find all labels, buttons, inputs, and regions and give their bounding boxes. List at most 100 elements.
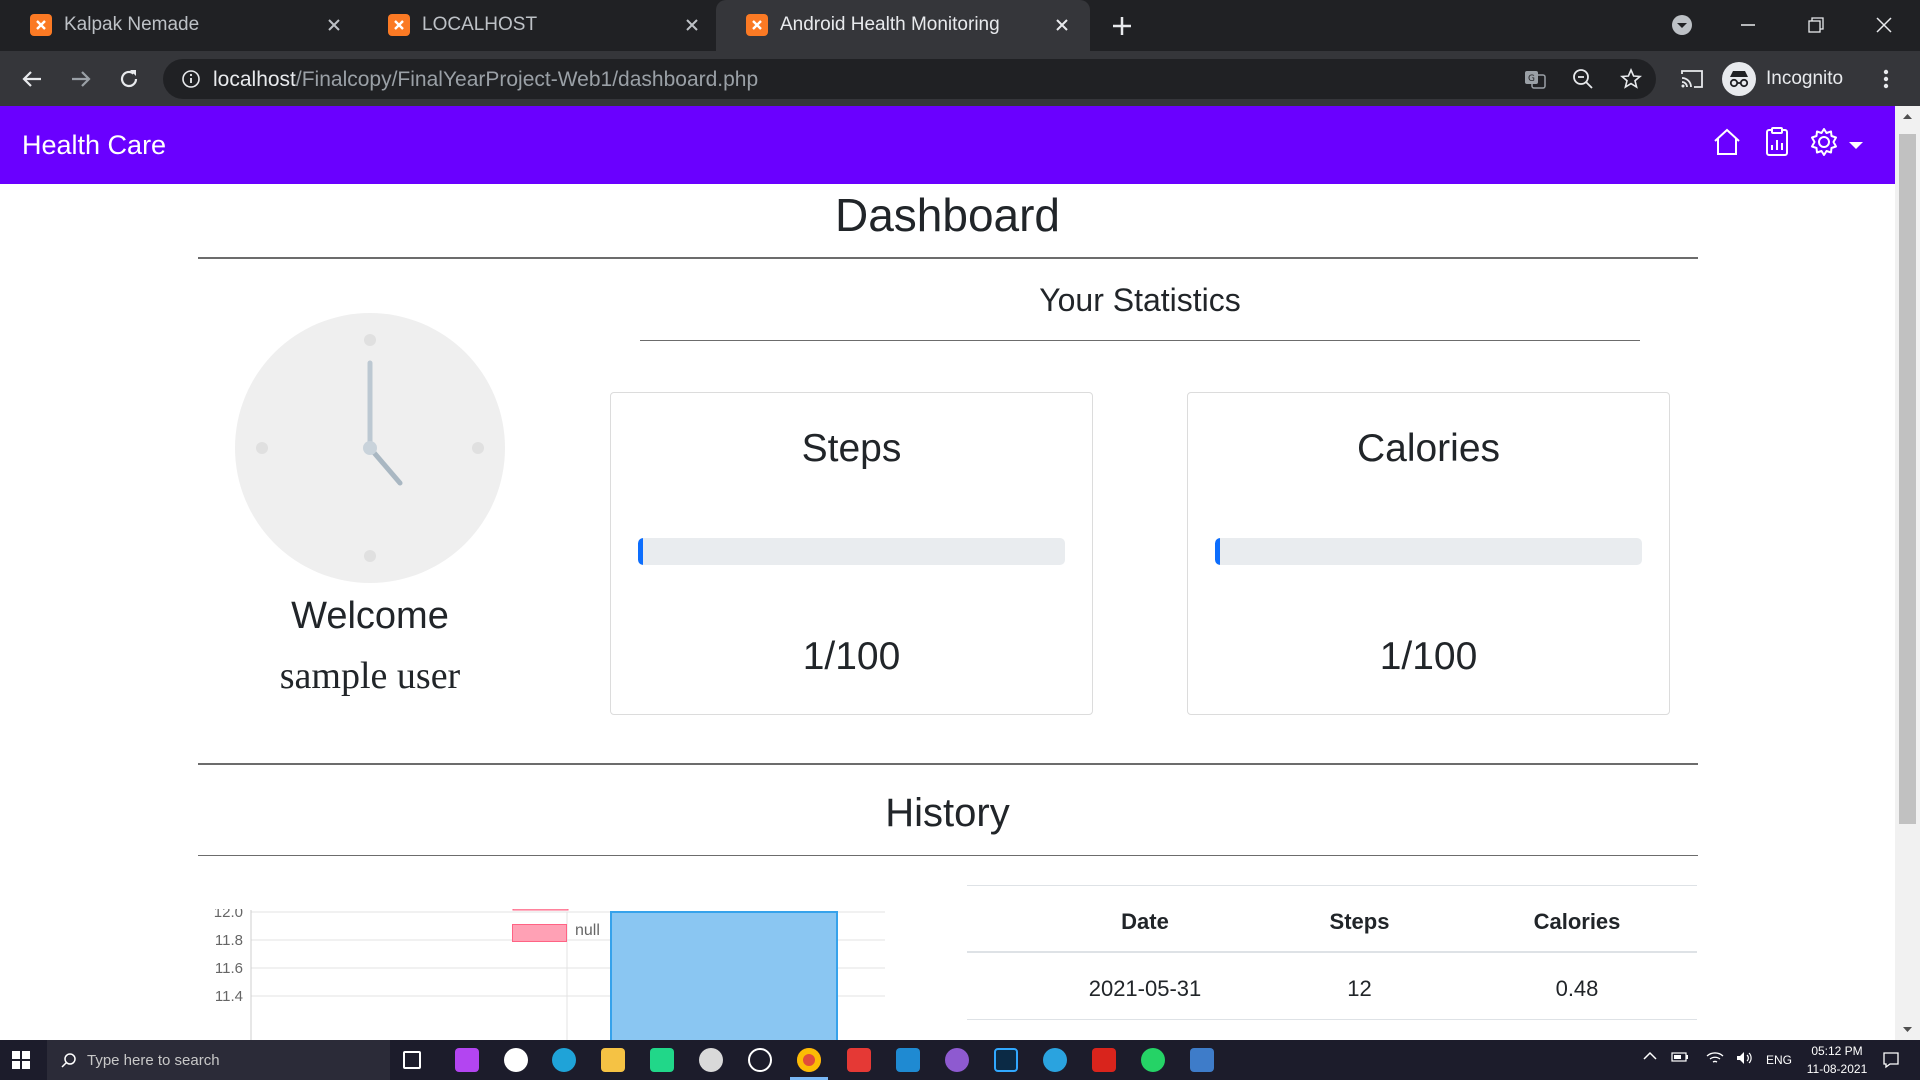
- calories-card: Calories 1/100: [1187, 392, 1670, 715]
- table-border: [967, 951, 1697, 953]
- scroll-up-icon[interactable]: [1895, 106, 1920, 126]
- xampp-favicon-icon: [388, 14, 410, 36]
- forward-button[interactable]: [65, 63, 97, 95]
- report-icon[interactable]: [1761, 126, 1793, 158]
- table-cell-date: 2021-05-31: [1088, 976, 1202, 1001]
- url-path: /Finalcopy/FinalYearProject-Web1/dashboa…: [295, 68, 759, 91]
- navbar-brand[interactable]: Health Care: [22, 130, 166, 161]
- divider: [198, 763, 1698, 765]
- acrobat-icon[interactable]: [1092, 1048, 1116, 1072]
- browser-tabstrip: Kalpak Nemade LOCALHOST Android Health M…: [0, 0, 1920, 51]
- chevron-down-icon[interactable]: [1849, 142, 1863, 149]
- anydesk-icon[interactable]: [847, 1048, 871, 1072]
- search-icon: [61, 1053, 76, 1068]
- xampp-favicon-icon: [746, 14, 768, 36]
- tab-search-icon[interactable]: [1662, 10, 1702, 40]
- search-placeholder: Type here to search: [87, 1051, 220, 1069]
- more-menu-icon[interactable]: [1870, 63, 1902, 95]
- tab-kalpak-nemade[interactable]: Kalpak Nemade: [0, 0, 362, 51]
- fl-studio-icon[interactable]: [748, 1048, 772, 1072]
- progress-fill: [638, 538, 643, 565]
- home-icon[interactable]: [1711, 126, 1743, 158]
- vscode-icon[interactable]: [896, 1048, 920, 1072]
- tab-title: Kalpak Nemade: [64, 14, 200, 35]
- progress-fill: [1215, 538, 1220, 565]
- legend-swatch: [512, 909, 569, 911]
- file-explorer-icon[interactable]: [601, 1048, 625, 1072]
- signal-app-icon[interactable]: [504, 1048, 528, 1072]
- language-indicator[interactable]: ENG: [1766, 1053, 1792, 1067]
- back-button[interactable]: [16, 63, 48, 95]
- volume-icon[interactable]: [1736, 1051, 1754, 1065]
- card-title: Steps: [801, 427, 902, 470]
- pycharm-icon[interactable]: [650, 1048, 674, 1072]
- steps-count: 1/100: [802, 635, 901, 678]
- site-info-icon[interactable]: [177, 65, 205, 93]
- y-tick-label: 11.6: [215, 960, 243, 977]
- translate-icon[interactable]: G: [1521, 65, 1549, 93]
- clock-avatar: [235, 313, 505, 583]
- statistics-heading: Your Statistics: [1039, 282, 1241, 318]
- steps-card: Steps 1/100: [610, 392, 1093, 715]
- tab-android-health-monitoring[interactable]: Android Health Monitoring: [716, 0, 1090, 51]
- minimize-icon[interactable]: [1728, 10, 1768, 40]
- legend-swatch: [512, 924, 567, 942]
- y-tick-label: 11.4: [215, 988, 243, 1005]
- legend-label: null: [575, 922, 600, 939]
- divider: [198, 855, 1698, 856]
- battery-icon[interactable]: [1671, 1051, 1689, 1063]
- close-window-icon[interactable]: [1864, 10, 1904, 40]
- app-icon[interactable]: [699, 1048, 723, 1072]
- user-name: sample user: [279, 655, 461, 697]
- cast-icon[interactable]: [1676, 63, 1708, 95]
- phpstorm-icon[interactable]: [455, 1048, 479, 1072]
- table-border: [967, 885, 1697, 886]
- calories-count: 1/100: [1379, 635, 1478, 678]
- table-border: [967, 1019, 1697, 1020]
- chrome-icon[interactable]: [797, 1048, 821, 1072]
- whatsapp-icon[interactable]: [1141, 1048, 1165, 1072]
- close-icon[interactable]: [680, 13, 704, 37]
- task-view-icon[interactable]: [403, 1051, 421, 1069]
- wifi-icon[interactable]: [1706, 1051, 1724, 1065]
- browser-toolbar: localhost/Finalcopy/FinalYearProject-Web…: [0, 51, 1920, 106]
- windows-taskbar: Type here to search ENG 05:12 PM 11-08-2…: [0, 1040, 1920, 1080]
- telegram-icon[interactable]: [1043, 1048, 1067, 1072]
- scroll-down-icon[interactable]: [1895, 1020, 1920, 1040]
- windows-start-icon[interactable]: [12, 1051, 30, 1069]
- github-desktop-icon[interactable]: [945, 1048, 969, 1072]
- table-cell-calories: 0.48: [1555, 976, 1599, 1001]
- tray-overflow-icon[interactable]: [1643, 1051, 1657, 1061]
- xampp-favicon-icon: [30, 14, 52, 36]
- y-tick-label: 12.0: [214, 909, 243, 921]
- app-navbar: Health Care: [0, 106, 1895, 184]
- scrollbar-thumb[interactable]: [1899, 134, 1916, 824]
- clock-date[interactable]: 11-08-2021: [1802, 1062, 1872, 1076]
- url-text: localhost/Finalcopy/FinalYearProject-Web…: [213, 68, 758, 92]
- column-header-calories: Calories: [1533, 909, 1621, 934]
- close-icon[interactable]: [322, 13, 346, 37]
- y-tick-label: 11.8: [215, 932, 243, 949]
- edge-icon[interactable]: [552, 1048, 576, 1072]
- page-title: Dashboard: [834, 189, 1061, 241]
- bookmark-star-icon[interactable]: [1617, 65, 1645, 93]
- incognito-indicator[interactable]: Incognito: [1722, 60, 1843, 98]
- new-tab-button[interactable]: [1108, 12, 1136, 40]
- tab-title: Android Health Monitoring: [780, 14, 1000, 35]
- tab-localhost[interactable]: LOCALHOST: [358, 0, 720, 51]
- zoom-icon[interactable]: [1569, 65, 1597, 93]
- taskbar-search-box[interactable]: Type here to search: [47, 1040, 390, 1080]
- table-cell-steps: 12: [1347, 976, 1372, 1001]
- url-host: localhost: [213, 68, 296, 91]
- column-header-date: Date: [1121, 909, 1169, 934]
- clock-time[interactable]: 05:12 PM: [1807, 1044, 1867, 1058]
- svg-text:G: G: [1528, 74, 1535, 84]
- gear-icon[interactable]: [1808, 126, 1840, 158]
- app-icon[interactable]: [1190, 1048, 1214, 1072]
- photoshop-icon[interactable]: [994, 1048, 1018, 1072]
- restore-icon[interactable]: [1796, 10, 1836, 40]
- notifications-icon[interactable]: [1882, 1051, 1900, 1069]
- close-icon[interactable]: [1050, 13, 1074, 37]
- reload-button[interactable]: [113, 63, 145, 95]
- address-bar[interactable]: localhost/Finalcopy/FinalYearProject-Web…: [163, 59, 1656, 99]
